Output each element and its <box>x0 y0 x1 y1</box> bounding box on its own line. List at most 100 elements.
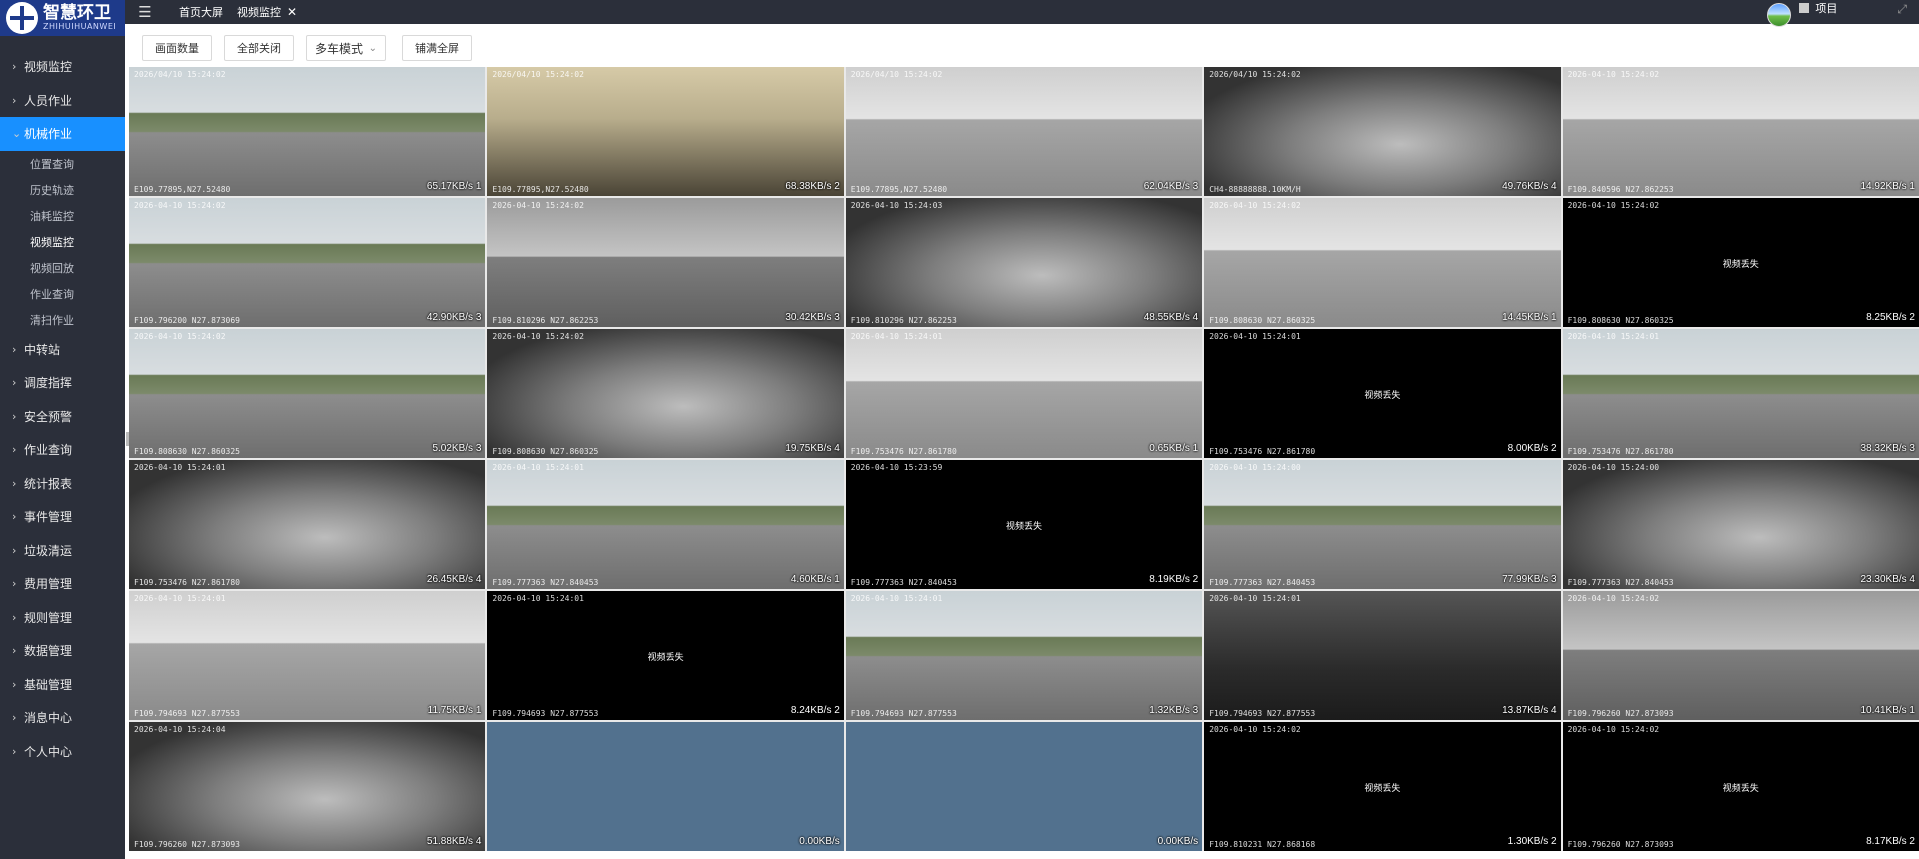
topbar: ☰ 首页大屏 视频监控 ✕ 项目 ⤢ <box>125 0 1919 27</box>
video-cell[interactable]: 2026-04-10 15:24:01 F109.794693 N27.87755… <box>1204 591 1561 720</box>
sidebar-item[interactable]: › 基础管理 <box>0 668 125 702</box>
sidebar-item-label: 视频监控 <box>24 60 73 75</box>
video-cell[interactable]: 2026-04-10 15:24:01 F109.753476 N27.86178… <box>129 460 486 589</box>
avatar[interactable] <box>1767 3 1792 27</box>
sidebar-subitem[interactable]: 清扫作业 <box>0 307 125 333</box>
video-cell[interactable]: 2026/04/10 15:24:02 E109.77895,N27.52480 6… <box>845 67 1203 196</box>
video-cell[interactable]: 2026-04-10 15:24:01 F109.794693 N27.87755… <box>487 591 844 720</box>
video-cell[interactable]: 2026-04-10 15:24:02 F109.796200 N27.87306… <box>129 198 486 327</box>
video-gps-readout: F109.753476 N27.861780 <box>134 578 240 587</box>
video-cell[interactable]: 2026-04-10 15:24:00 F109.777363 N27.84045… <box>1204 460 1561 589</box>
project-label[interactable]: 项目 <box>1815 0 1837 16</box>
video-cell[interactable]: 2026-04-10 15:24:02 F109.808630 N27.86032… <box>1204 198 1561 327</box>
video-cell[interactable]: 2026-04-10 15:24:01 F109.794693 N27.87755… <box>129 591 486 720</box>
hamburger-menu-icon[interactable]: ☰ <box>125 3 165 21</box>
video-cell[interactable]: 2026-04-10 15:24:03 F109.810296 N27.86225… <box>845 198 1203 327</box>
video-timestamp: 2026-04-10 15:24:01 <box>492 463 584 472</box>
video-cell[interactable]: 2026-04-10 15:24:02 F109.810296 N27.86225… <box>487 198 844 327</box>
chevron-right-icon: › <box>12 409 17 423</box>
video-timestamp: 2026-04-10 15:24:02 <box>1567 201 1660 210</box>
video-cell[interactable]: 0.00KB/s <box>487 722 844 851</box>
sidebar-subitem[interactable]: 位置查询 <box>0 151 125 177</box>
sidebar-item[interactable]: › 视频监控 <box>0 50 125 84</box>
sidebar-subitem[interactable]: 作业查询 <box>0 281 125 307</box>
sidebar-item-label: 垃圾清运 <box>24 543 73 558</box>
video-timestamp: 2026-04-10 15:24:01 <box>134 594 226 603</box>
video-gps-readout: F109.794693 N27.877553 <box>1209 709 1316 718</box>
video-bitrate: 19.75KB/s 4 <box>785 443 840 454</box>
video-cell[interactable]: 2026-04-10 15:24:01 F109.753476 N27.86178… <box>1562 329 1919 458</box>
sidebar-subitem[interactable]: 视频监控 <box>0 229 125 255</box>
video-bitrate: 0.00KB/s <box>1157 836 1199 847</box>
video-cell[interactable]: 2026-04-10 15:24:01 F109.753476 N27.86178… <box>1204 329 1561 458</box>
chevron-right-icon: › <box>12 93 17 107</box>
sidebar-item[interactable]: › 事件管理 <box>0 500 125 534</box>
fill-screen-button[interactable]: 铺满全屏 <box>402 35 472 61</box>
sidebar-item[interactable]: › 消息中心 <box>0 701 125 735</box>
video-cell[interactable]: 2026-04-10 15:24:01 F109.753476 N27.86178… <box>845 329 1203 458</box>
chevron-right-icon: › <box>12 510 17 524</box>
logo: 智慧环卫 ZHIHUIHUANWEI <box>0 0 125 36</box>
video-cell[interactable]: 2026-04-10 15:24:02 F109.796260 N27.87309… <box>1562 591 1919 720</box>
tab-home-screen[interactable]: 首页大屏 <box>179 4 223 20</box>
video-bitrate: 14.92KB/s 1 <box>1860 181 1915 192</box>
chevron-right-icon: › <box>12 443 17 457</box>
sidebar-subitem[interactable]: 视频回放 <box>0 255 125 281</box>
sidebar-item[interactable]: › 安全预警 <box>0 400 125 434</box>
sidebar-item[interactable]: › 数据管理 <box>0 634 125 668</box>
video-cell[interactable]: 2026-04-10 15:24:02 F109.808630 N27.86032… <box>129 329 486 458</box>
sidebar-subitem[interactable]: 历史轨迹 <box>0 177 125 203</box>
video-cell[interactable]: 2026-04-10 15:24:02 F109.808630 N27.86032… <box>1562 198 1919 327</box>
sidebar-item[interactable]: › 中转站 <box>0 333 125 367</box>
brand: 智慧环卫 ZHIHUIHUANWEI <box>43 4 116 31</box>
project-checkbox[interactable] <box>1799 3 1810 13</box>
screen-count-button[interactable]: 画面数量 <box>142 35 212 61</box>
sidebar-item[interactable]: › 作业查询 <box>0 433 125 467</box>
sidebar-item[interactable]: › 费用管理 <box>0 567 125 601</box>
video-bitrate: 10.41KB/s 1 <box>1860 705 1915 716</box>
video-timestamp: 2026-04-10 15:24:02 <box>134 201 226 210</box>
video-cell[interactable]: 2026-04-10 15:24:01 F109.794693 N27.87755… <box>845 591 1203 720</box>
sidebar-item[interactable]: › 垃圾清运 <box>0 534 125 568</box>
video-lost-text: 视频丢失 <box>1005 522 1042 533</box>
video-cell[interactable]: 2026-04-10 15:24:02 F109.796260 N27.87309… <box>1562 722 1919 851</box>
video-cell[interactable]: 2026-04-10 15:24:02 F109.840596 N27.86225… <box>1562 67 1919 196</box>
fullscreen-icon[interactable]: ⤢ <box>1897 2 1907 17</box>
video-timestamp: 2026-04-10 15:24:03 <box>850 201 943 210</box>
tab-label: 首页大屏 <box>179 6 223 19</box>
chevron-right-icon: › <box>12 342 17 356</box>
chevron-right-icon: › <box>12 644 17 658</box>
sidebar-item[interactable]: › 调度指挥 <box>0 366 125 400</box>
video-cell[interactable]: 2026-04-10 15:24:00 F109.777363 N27.84045… <box>1562 460 1919 589</box>
sidebar-subitem[interactable]: 油耗监控 <box>0 203 125 229</box>
sidebar-item[interactable]: › 个人中心 <box>0 735 125 769</box>
chevron-right-icon: › <box>12 376 17 390</box>
video-cell[interactable]: 0.00KB/s <box>845 722 1203 851</box>
chevron-down-icon: ⌄ <box>12 127 22 141</box>
video-gps-readout: F109.796260 N27.873093 <box>134 840 240 849</box>
video-timestamp: 2026/04/10 15:24:02 <box>492 70 584 79</box>
video-cell[interactable]: 2026-04-10 15:24:01 F109.777363 N27.84045… <box>487 460 844 589</box>
mode-select[interactable]: 多车模式 ⌄ <box>306 35 386 61</box>
video-timestamp: 2026-04-10 15:24:01 <box>134 463 226 472</box>
tab-video-monitor[interactable]: 视频监控 ✕ <box>237 4 297 20</box>
video-timestamp: 2026-04-10 15:23:59 <box>850 463 943 472</box>
tab-close-icon[interactable]: ✕ <box>287 5 297 19</box>
sidebar-item[interactable]: › 人员作业 <box>0 84 125 118</box>
video-cell[interactable]: 2026/04/10 15:24:02 E109.77895,N27.52480 6… <box>129 67 486 196</box>
video-cell[interactable]: 2026/04/10 15:24:02 CH4-88888888.10KM/H 49… <box>1204 67 1561 196</box>
sidebar-item[interactable]: › 规则管理 <box>0 601 125 635</box>
video-cell[interactable]: 2026-04-10 15:24:02 F109.810231 N27.86816… <box>1204 722 1561 851</box>
video-timestamp: 2026-04-10 15:24:02 <box>1209 201 1301 210</box>
video-cell[interactable]: 2026-04-10 15:24:04 F109.796260 N27.87309… <box>129 722 486 851</box>
chevron-right-icon: › <box>12 610 17 624</box>
video-gps-readout: F109.777363 N27.840453 <box>1567 578 1674 587</box>
sidebar-item[interactable]: › 统计报表 <box>0 467 125 501</box>
video-cell[interactable]: 2026/04/10 15:24:02 E109.77895,N27.52480 6… <box>487 67 844 196</box>
video-cell[interactable]: 2026-04-10 15:23:59 F109.777363 N27.84045… <box>845 460 1203 589</box>
video-gps-readout: F109.808630 N27.860325 <box>134 447 240 456</box>
close-all-button[interactable]: 全部关闭 <box>224 35 294 61</box>
sidebar-item[interactable]: ⌄ 机械作业 <box>0 117 125 151</box>
video-gps-readout: F109.777363 N27.840453 <box>492 578 599 587</box>
video-cell[interactable]: 2026-04-10 15:24:02 F109.808630 N27.86032… <box>487 329 844 458</box>
